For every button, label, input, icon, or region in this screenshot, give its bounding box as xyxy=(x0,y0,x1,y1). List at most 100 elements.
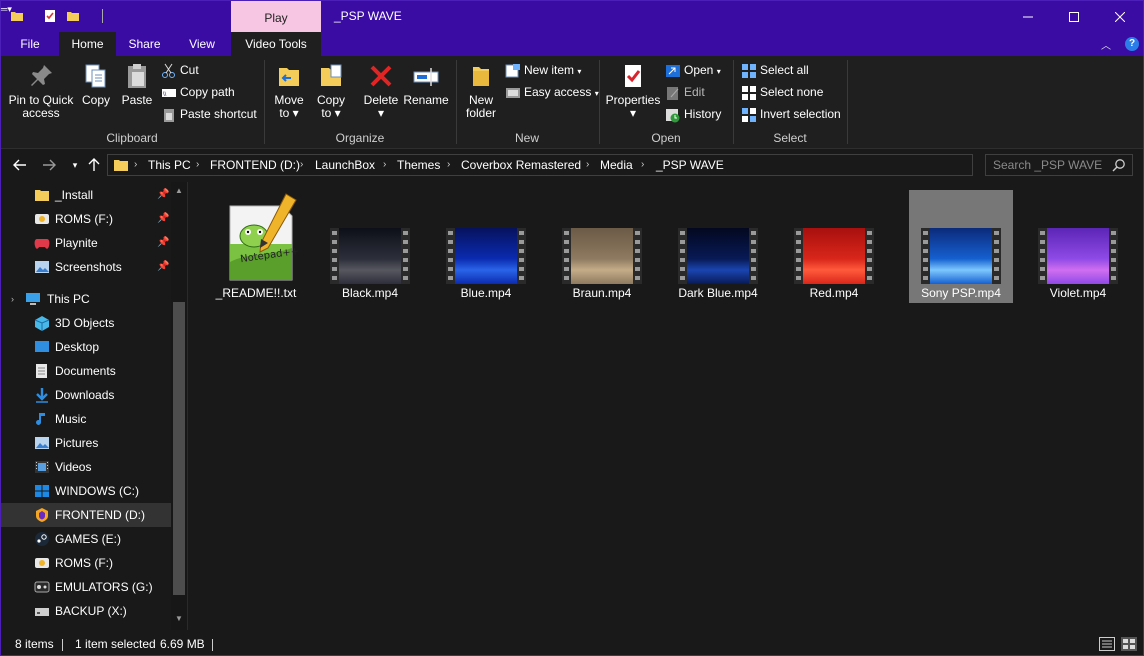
history-button[interactable]: History xyxy=(665,104,721,124)
rename-button[interactable]: Rename xyxy=(403,58,449,107)
new-folder-icon[interactable] xyxy=(66,9,80,23)
nav-item-downloads[interactable]: Downloads xyxy=(1,383,171,407)
pin-to-quick-access-button[interactable]: Pin to Quick access xyxy=(7,58,75,120)
forward-button[interactable] xyxy=(39,155,59,175)
nav-item-screenshots[interactable]: Screenshots 📌 xyxy=(1,255,171,279)
folder-icon[interactable] xyxy=(10,9,24,23)
pin-icon[interactable]: 📌 xyxy=(157,255,169,279)
breadcrumb-psp-wave[interactable]: _PSP WAVE xyxy=(656,155,724,175)
breadcrumb-separator-icon[interactable]: › xyxy=(134,155,137,175)
file-braun-mp4[interactable]: Braun.mp4 xyxy=(550,190,654,303)
address-bar-row: ▾ › This PC › FRONTEND (D:) › LaunchBox … xyxy=(1,149,1143,182)
move-to-button[interactable]: Move to ▾ xyxy=(271,58,307,120)
tab-video-tools[interactable]: Video Tools xyxy=(231,32,321,56)
nav-item-3d-objects[interactable]: 3D Objects xyxy=(1,311,171,335)
select-none-button[interactable]: Select none xyxy=(741,82,823,102)
file-red-mp4[interactable]: Red.mp4 xyxy=(782,190,886,303)
file-readme[interactable]: Notepad++ _README!!.txt xyxy=(204,190,308,303)
tab-view[interactable]: View xyxy=(173,32,231,56)
nav-item-playnite[interactable]: Playnite 📌 xyxy=(1,231,171,255)
search-input[interactable] xyxy=(986,155,1106,175)
nav-item-emulators-g[interactable]: EMULATORS (G:) xyxy=(1,575,171,599)
nav-item-roms-f[interactable]: ROMS (F:) xyxy=(1,551,171,575)
nav-item-install[interactable]: _Install 📌 xyxy=(1,183,171,207)
file-black-mp4[interactable]: Black.mp4 xyxy=(318,190,422,303)
file-blue-mp4[interactable]: Blue.mp4 xyxy=(434,190,538,303)
recent-locations-dropdown[interactable]: ▾ xyxy=(65,155,85,175)
new-folder-button[interactable]: New folder xyxy=(461,58,501,120)
breadcrumb-separator-icon[interactable]: › xyxy=(196,155,199,175)
file-sony-psp-mp4[interactable]: Sony PSP.mp4 xyxy=(909,190,1013,303)
paste-button[interactable]: Paste xyxy=(119,58,155,107)
contextual-tab-play[interactable]: Play xyxy=(231,1,321,32)
large-icons-view-icon[interactable] xyxy=(1121,637,1137,651)
breadcrumb-separator-icon[interactable]: › xyxy=(641,155,644,175)
breadcrumb-launchbox[interactable]: LaunchBox xyxy=(315,155,375,175)
tab-share[interactable]: Share xyxy=(116,32,173,56)
close-button[interactable] xyxy=(1097,1,1143,32)
collapse-ribbon-icon[interactable]: ︿ xyxy=(1101,37,1111,52)
nav-item-pictures[interactable]: Pictures xyxy=(1,431,171,455)
breadcrumb-separator-icon[interactable]: › xyxy=(383,155,386,175)
file-violet-mp4[interactable]: Violet.mp4 xyxy=(1026,190,1130,303)
breadcrumb-separator-icon[interactable]: › xyxy=(586,155,589,175)
file-dark-blue-mp4[interactable]: Dark Blue.mp4 xyxy=(666,190,770,303)
select-all-button[interactable]: Select all xyxy=(741,60,809,80)
breadcrumb-coverbox[interactable]: Coverbox Remastered xyxy=(461,155,581,175)
nav-item-windows-c[interactable]: WINDOWS (C:) xyxy=(1,479,171,503)
properties-icon[interactable] xyxy=(43,9,57,23)
nav-item-this-pc[interactable]: › This PC xyxy=(1,287,171,311)
cut-button[interactable]: Cut xyxy=(161,60,199,80)
breadcrumb-frontend[interactable]: FRONTEND (D:) xyxy=(210,155,300,175)
breadcrumb-separator-icon[interactable]: › xyxy=(447,155,450,175)
navigation-scrollbar-thumb[interactable] xyxy=(173,302,185,595)
pin-icon[interactable]: 📌 xyxy=(157,183,169,207)
scroll-down-icon[interactable]: ▼ xyxy=(175,614,183,623)
nav-item-documents[interactable]: Documents xyxy=(1,359,171,383)
invert-selection-button[interactable]: Invert selection xyxy=(741,104,841,124)
paste-shortcut-button[interactable]: Paste shortcut xyxy=(161,104,257,124)
scroll-up-icon[interactable]: ▲ xyxy=(175,186,183,195)
chevron-right-icon[interactable]: › xyxy=(11,287,14,311)
search-box[interactable] xyxy=(985,154,1133,176)
search-icon[interactable] xyxy=(1112,158,1126,172)
open-button[interactable]: Open ▾ xyxy=(665,60,721,80)
film-strip-icon xyxy=(330,228,410,284)
new-item-button[interactable]: New item ▾ xyxy=(505,60,581,80)
copy-button[interactable]: Copy xyxy=(79,58,113,107)
breadcrumb-this-pc[interactable]: This PC xyxy=(148,155,191,175)
pin-icon[interactable]: 📌 xyxy=(157,231,169,255)
breadcrumb-themes[interactable]: Themes xyxy=(397,155,440,175)
address-bar[interactable]: › This PC › FRONTEND (D:) › LaunchBox › … xyxy=(107,154,1070,176)
easy-access-button[interactable]: Easy access ▾ xyxy=(505,82,599,102)
breadcrumb-separator-icon[interactable]: › xyxy=(300,155,303,175)
help-icon[interactable]: ? xyxy=(1125,37,1139,51)
breadcrumb-media[interactable]: Media xyxy=(600,155,633,175)
maximize-button[interactable] xyxy=(1051,1,1097,32)
pin-icon[interactable]: 📌 xyxy=(157,207,169,231)
copy-path-button[interactable]: \\ Copy path xyxy=(161,82,235,102)
delete-button[interactable]: Delete ▾ xyxy=(361,58,401,120)
nav-item-music[interactable]: Music xyxy=(1,407,171,431)
nav-item-desktop[interactable]: Desktop xyxy=(1,335,171,359)
minimize-button[interactable] xyxy=(1005,1,1051,32)
up-button[interactable] xyxy=(84,155,104,175)
nav-item-frontend-d[interactable]: FRONTEND (D:) xyxy=(1,503,171,527)
copy-to-button[interactable]: Copy to ▾ xyxy=(313,58,349,120)
tab-home[interactable]: Home xyxy=(59,32,116,56)
nav-item-games-e[interactable]: GAMES (E:) xyxy=(1,527,171,551)
file-list[interactable]: Notepad++ _README!!.txt Black.mp4 Blue.m… xyxy=(187,182,1143,630)
film-strip-icon xyxy=(446,228,526,284)
forward-arrow-icon xyxy=(43,159,56,171)
details-view-icon[interactable] xyxy=(1099,637,1115,651)
back-button[interactable] xyxy=(10,155,30,175)
nav-item-videos[interactable]: Videos xyxy=(1,455,171,479)
edit-button[interactable]: Edit xyxy=(665,82,705,102)
film-hole xyxy=(751,258,756,262)
film-hole xyxy=(923,258,928,262)
nav-item-roms-quick[interactable]: ROMS (F:) 📌 xyxy=(1,207,171,231)
pictures-icon xyxy=(35,437,49,449)
tab-file[interactable]: File xyxy=(1,32,59,56)
properties-button[interactable]: Properties ▾ xyxy=(604,58,662,120)
nav-item-backup-x[interactable]: BACKUP (X:) xyxy=(1,599,171,623)
